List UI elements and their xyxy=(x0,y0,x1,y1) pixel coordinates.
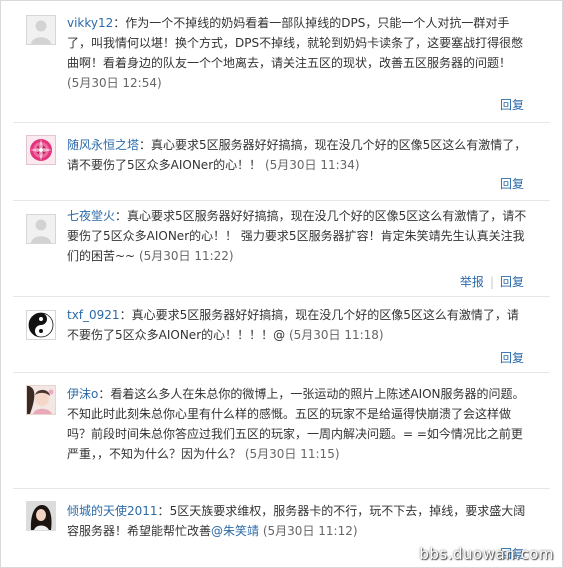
comment-item: 随风永恒之塔：真心要求5区服务器好好搞搞，现在没几个好的区像5区这么有激情了，请… xyxy=(1,123,562,201)
comment-text: 倾城的天使2011：5区天族要求维权，服务器卡的不行，玩不下去，掉线，要求盛大阔… xyxy=(67,504,526,538)
comment-item: txf_0921：真心要求5区服务器好好搞搞，现在没几个好的区像5区这么有激情了… xyxy=(1,297,562,373)
comment-time: (5月30日 11:34) xyxy=(264,158,360,172)
comment-time: (5月30日 11:22) xyxy=(138,249,234,263)
watermark: bbs.duowan.com xyxy=(419,545,554,563)
reply-link[interactable]: 回复 xyxy=(500,98,524,112)
comment-text: vikky12：作为一个不掉线的奶妈看着一部队掉线的DPS，只能一个人对抗一群对… xyxy=(67,16,524,90)
comment-text: 随风永恒之塔：真心要求5区服务器好好搞搞，现在没几个好的区像5区这么有激情了，请… xyxy=(67,138,527,172)
comment-user-link[interactable]: 倾城的天使2011 xyxy=(67,504,158,518)
comment-actions: 回复 xyxy=(500,351,524,365)
comment-user-link[interactable]: 伊沫o xyxy=(67,387,98,401)
comment-list: vikky12：作为一个不掉线的奶妈看着一部队掉线的DPS，只能一个人对抗一群对… xyxy=(0,0,563,568)
comment-user-link[interactable]: vikky12 xyxy=(67,16,113,30)
avatar[interactable] xyxy=(26,214,56,244)
comment-actions: 回复 xyxy=(500,177,524,191)
comment-item: 伊沫o：看着这么多人在朱总你的微博上，一张运动的照片上陈述AION服务器的问题。… xyxy=(1,373,562,489)
comment-time: (5月30日 12:54) xyxy=(67,76,162,90)
avatar[interactable] xyxy=(26,15,56,45)
comment-body: 真心要求5区服务器好好搞搞，现在没几个好的区像5区这么有激情了，请不要伤了5区众… xyxy=(67,209,527,263)
avatar[interactable] xyxy=(26,135,56,165)
comment-body: 作为一个不掉线的奶妈看着一部队掉线的DPS，只能一个人对抗一群对手了，叫我情何以… xyxy=(67,16,524,70)
comment-time: (5月30日 11:12) xyxy=(262,524,358,538)
report-link[interactable]: 举报 xyxy=(460,275,484,289)
reply-link[interactable]: 回复 xyxy=(500,275,524,289)
comment-time: (5月30日 11:18) xyxy=(288,328,384,342)
reply-link[interactable]: 回复 xyxy=(500,351,524,365)
comment-item: vikky12：作为一个不掉线的奶妈看着一部队掉线的DPS，只能一个人对抗一群对… xyxy=(1,1,562,123)
mention-link[interactable]: @朱笑靖 xyxy=(211,524,259,538)
comment-text: 七夜堂火：真心要求5区服务器好好搞搞，现在没几个好的区像5区这么有激情了，请不要… xyxy=(67,209,527,263)
comment-user-link[interactable]: txf_0921 xyxy=(67,308,120,322)
comment-actions: 回复 xyxy=(500,98,524,112)
comment-actions: 举报 | 回复 xyxy=(460,275,524,289)
avatar[interactable] xyxy=(26,310,56,340)
comment-text: 伊沫o：看着这么多人在朱总你的微博上，一张运动的照片上陈述AION服务器的问题。… xyxy=(67,387,525,461)
comment-item: 七夜堂火：真心要求5区服务器好好搞搞，现在没几个好的区像5区这么有激情了，请不要… xyxy=(1,201,562,297)
comment-time: (5月30日 11:15) xyxy=(244,447,340,461)
comment-user-link[interactable]: 七夜堂火 xyxy=(67,209,115,223)
action-divider: | xyxy=(489,275,494,289)
reply-link[interactable]: 回复 xyxy=(500,177,524,191)
avatar[interactable] xyxy=(26,385,56,415)
comment-text: txf_0921：真心要求5区服务器好好搞搞，现在没几个好的区像5区这么有激情了… xyxy=(67,308,519,342)
avatar[interactable] xyxy=(26,501,56,531)
comment-user-link[interactable]: 随风永恒之塔 xyxy=(67,138,139,152)
